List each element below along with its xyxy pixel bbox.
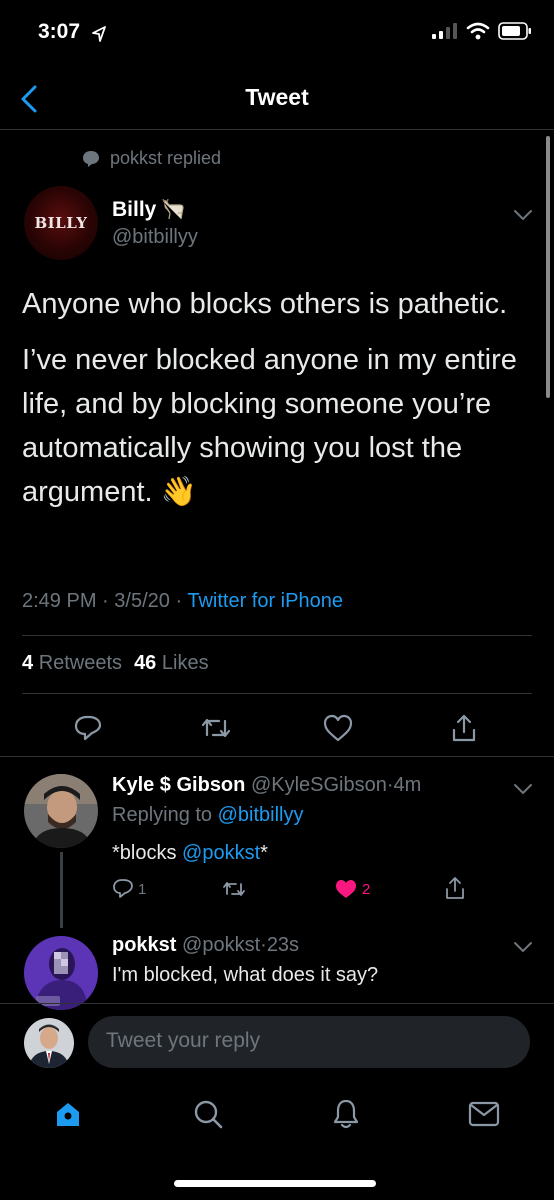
reply-avatar[interactable] [24, 774, 98, 848]
search-icon [194, 1100, 223, 1129]
meta-separator: · [102, 590, 109, 612]
location-arrow-icon [92, 26, 106, 42]
reply-icon [74, 715, 102, 741]
wifi-icon [466, 22, 490, 40]
retweet-icon [201, 718, 231, 738]
replying-to: Replying to @bitbillyy [112, 804, 304, 827]
home-indicator[interactable] [174, 1180, 376, 1187]
reply-share-button[interactable] [444, 876, 466, 900]
chevron-down-icon[interactable] [512, 782, 534, 796]
meta-separator: · [175, 590, 183, 612]
mail-icon [468, 1101, 500, 1127]
reply-icon [113, 879, 133, 898]
retweets-count: 4 [22, 652, 34, 674]
reply-composer: Tweet your reply [0, 1003, 554, 1078]
author-handle[interactable]: @bitbillyy [112, 226, 198, 249]
reply-text: *blocks @pokkst* [112, 842, 268, 865]
likes-stat[interactable]: 46 Likes [134, 652, 209, 675]
divider [22, 693, 532, 694]
social-context: pokkst replied [82, 148, 221, 169]
reply-reply-button[interactable]: 1 [112, 878, 146, 900]
page-title: Tweet [245, 84, 309, 110]
kyle-avatar-image [24, 774, 98, 848]
heart-icon [323, 714, 353, 742]
tweet-stats: 4 Retweets 46 Likes [22, 652, 209, 675]
my-avatar[interactable] [24, 1018, 74, 1068]
tab-notifications[interactable] [328, 1096, 364, 1132]
reply-reply-count: 1 [138, 880, 147, 898]
likes-count: 46 [134, 652, 157, 674]
reply-header: Kyle $ Gibson @KyleSGibson·4m [112, 774, 421, 797]
retweet-icon [223, 882, 245, 896]
reply-like-count: 2 [362, 880, 371, 898]
author-name[interactable]: Billy [112, 198, 156, 222]
retweets-label: Retweets [38, 652, 123, 674]
reply-avatar[interactable] [24, 936, 98, 1010]
retweet-button[interactable] [200, 712, 232, 744]
reply-text-prefix: *blocks [112, 842, 177, 864]
reply-like-button[interactable]: 2 [334, 878, 370, 900]
pokkst-avatar-image [24, 936, 98, 1010]
tweet-actions [0, 708, 554, 748]
replying-to-handle[interactable]: @bitbillyy [218, 804, 304, 826]
nav-bar: Tweet [0, 70, 554, 130]
divider [0, 756, 554, 757]
reply-header: pokkst @pokkst·23s [112, 934, 299, 957]
status-bar: 3:07 [0, 0, 554, 70]
meta-separator: · [260, 934, 267, 956]
avatar-logo-text: BILLY [34, 214, 88, 232]
tweet-paragraph-2: I’ve never blocked anyone in my entire l… [22, 338, 542, 514]
tab-search[interactable] [190, 1096, 226, 1132]
tweet-source-link[interactable]: Twitter for iPhone [187, 590, 343, 612]
bell-icon [333, 1099, 359, 1129]
reply-age: 23s [266, 934, 300, 956]
chevron-down-icon[interactable] [512, 940, 534, 954]
battery-icon [498, 22, 531, 40]
speech-bubble-icon [83, 150, 99, 167]
home-icon [57, 1103, 79, 1126]
reply-author-name[interactable]: pokkst [112, 934, 176, 956]
likes-label: Likes [161, 652, 209, 674]
divider [22, 635, 532, 636]
reply-input[interactable]: Tweet your reply [88, 1016, 530, 1068]
tweet-meta: 2:49 PM · 3/5/20 · Twitter for iPhone [22, 590, 343, 613]
tweet-paragraph-2-text: I’ve never blocked anyone in my entire l… [22, 344, 517, 509]
tweet-paragraph-1: Anyone who blocks others is pathetic. [22, 288, 508, 320]
tweet-text: Anyone who blocks others is pathetic. I’… [22, 282, 542, 514]
chevron-down-icon[interactable] [512, 208, 534, 222]
tweet-author[interactable]: Billy @bitbillyy [112, 198, 198, 249]
heart-filled-icon [336, 880, 356, 898]
tweet-time: 2:49 PM [22, 590, 97, 612]
tweet-date: 3/5/20 [114, 590, 170, 612]
goat-emoji-icon [162, 199, 184, 220]
reply-retweet-button[interactable] [222, 878, 246, 900]
tab-home[interactable] [50, 1096, 86, 1132]
reply-author-handle[interactable]: @pokkst [182, 934, 260, 956]
scrollbar[interactable] [546, 136, 550, 398]
reply-button[interactable] [72, 712, 104, 744]
reply-mention[interactable]: @pokkst [182, 842, 260, 864]
reply-author-handle[interactable]: @KyleSGibson [251, 774, 387, 796]
my-avatar-image [24, 1018, 74, 1068]
retweets-stat[interactable]: 4 Retweets [22, 652, 122, 675]
reply-text: I'm blocked, what does it say? [112, 964, 379, 986]
thread-line [60, 852, 63, 928]
status-time: 3:07 [38, 20, 81, 43]
author-avatar[interactable]: BILLY [24, 186, 98, 260]
reply-text-suffix: * [260, 842, 268, 864]
tab-messages[interactable] [466, 1096, 502, 1132]
reply-author-name[interactable]: Kyle $ Gibson [112, 774, 245, 796]
like-button[interactable] [322, 712, 354, 744]
social-context-text: pokkst replied [110, 148, 222, 168]
replying-to-label: Replying to [112, 804, 213, 826]
reply-age: 4m [393, 774, 422, 796]
share-icon [452, 714, 476, 742]
waving-hand-emoji: 👋 [160, 476, 197, 509]
meta-separator: · [386, 774, 394, 796]
signal-icon [432, 23, 457, 39]
share-button[interactable] [448, 712, 480, 744]
share-icon [446, 877, 464, 899]
reply-input-placeholder: Tweet your reply [106, 1029, 261, 1052]
